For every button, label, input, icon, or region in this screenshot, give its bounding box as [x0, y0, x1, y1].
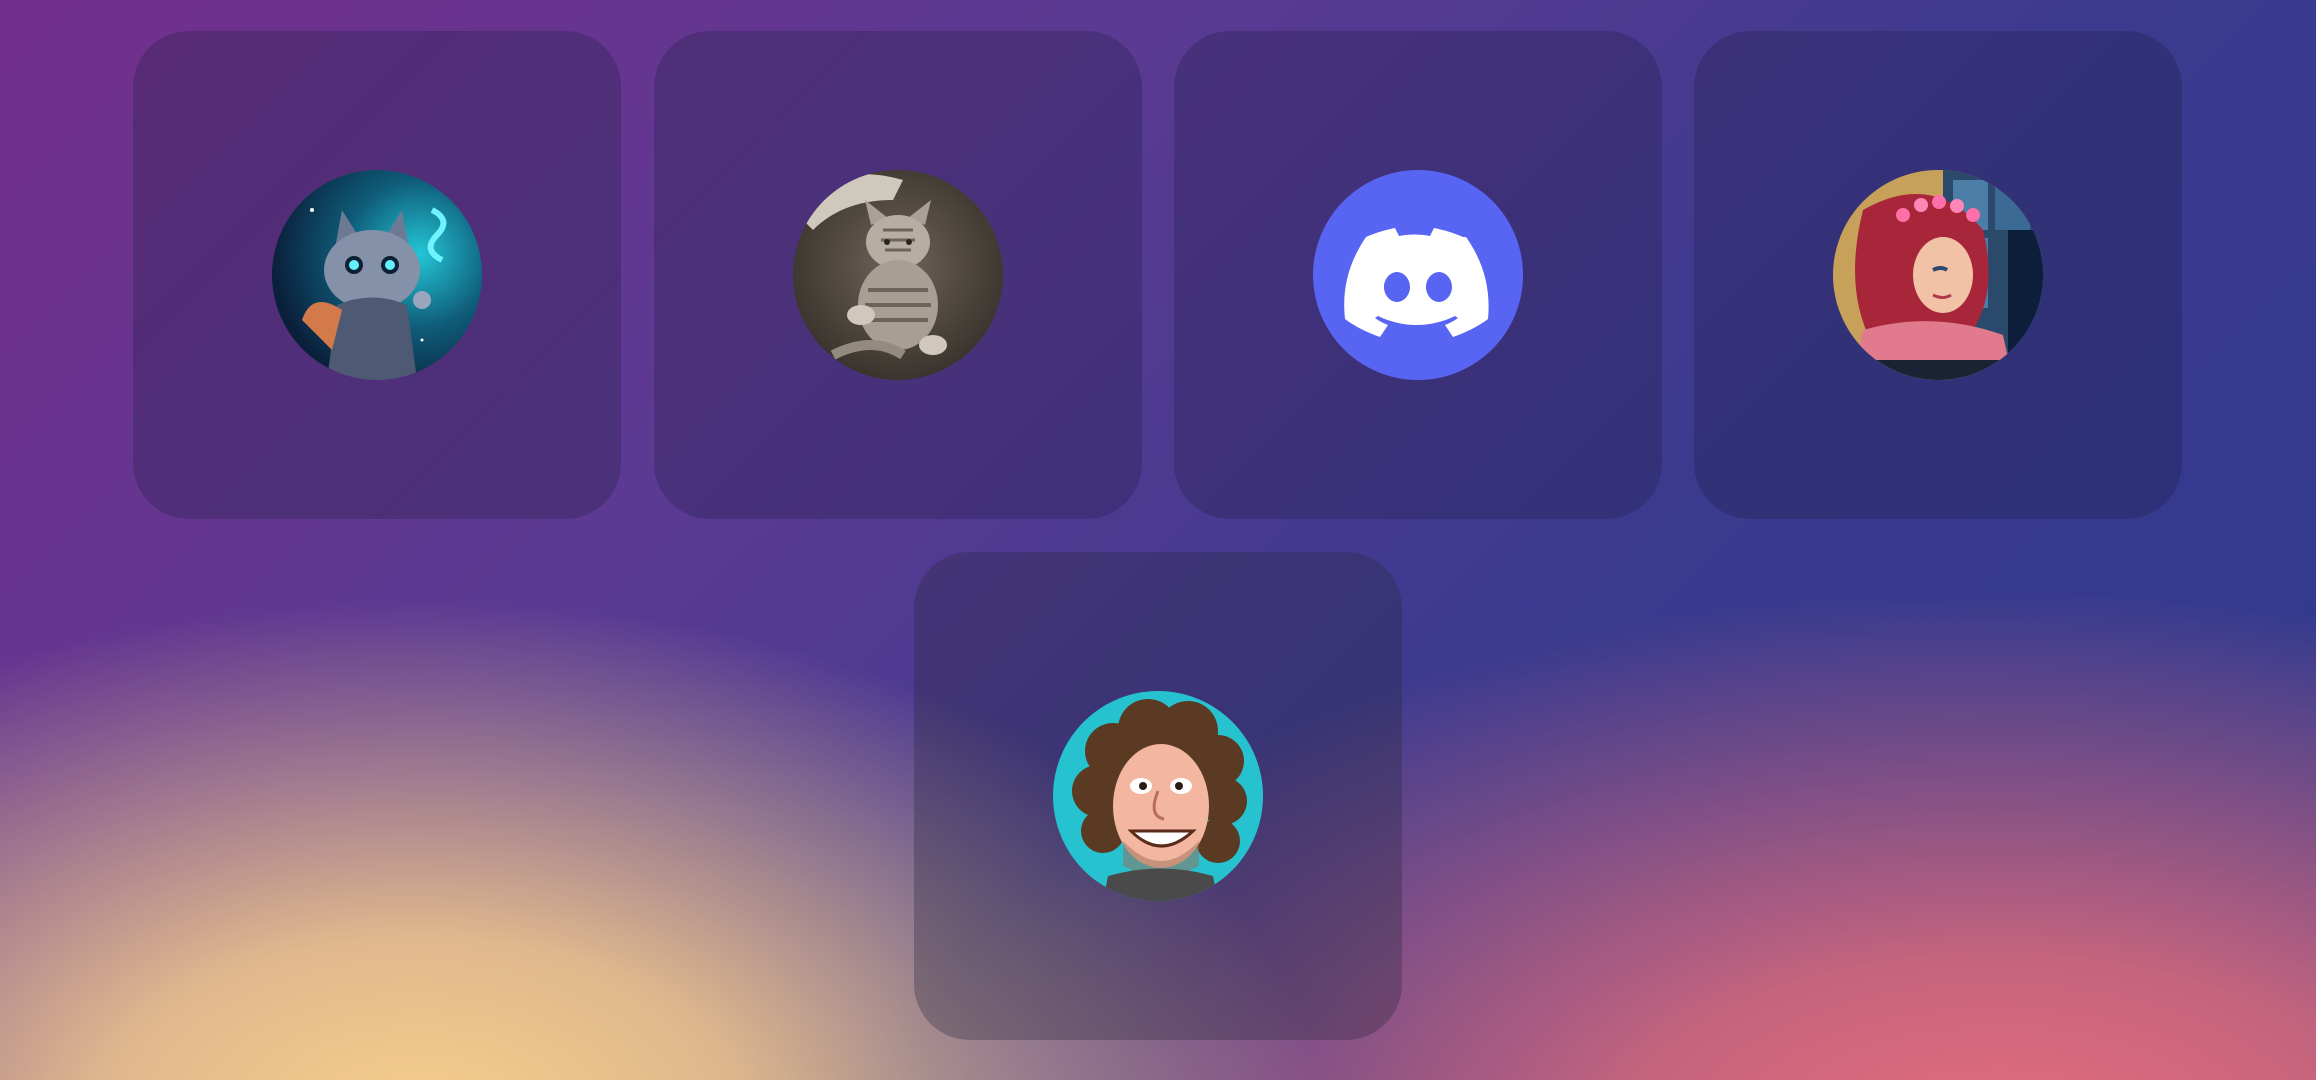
discord-logo-icon [1313, 170, 1523, 380]
kitten-photo-avatar-icon [793, 170, 1003, 380]
account-grid [0, 0, 2316, 1080]
curly-hair-caricature-avatar-icon [1053, 691, 1263, 901]
mermaid-avatar-icon [1833, 170, 2043, 380]
account-tile-discord[interactable] [1174, 31, 1662, 519]
account-tile-kitten[interactable] [654, 31, 1142, 519]
account-tile-mermaid[interactable] [1694, 31, 2182, 519]
cat-wizard-avatar-icon [272, 170, 482, 380]
account-tile-cat-wizard[interactable] [133, 31, 621, 519]
account-tile-caricature[interactable] [914, 552, 1402, 1040]
